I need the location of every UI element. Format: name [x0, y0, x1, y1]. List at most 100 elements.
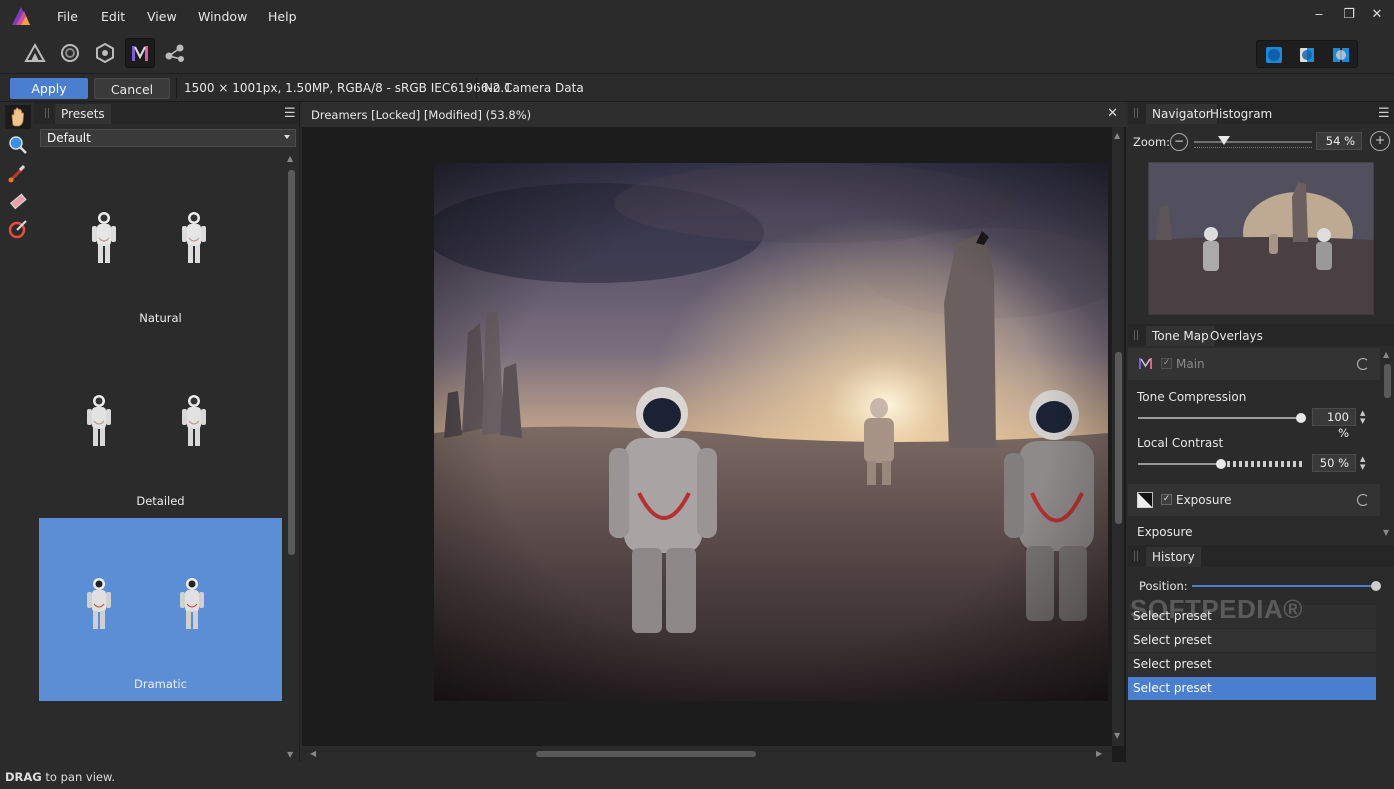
- tab-history[interactable]: History: [1146, 547, 1201, 567]
- tab-presets[interactable]: Presets: [55, 104, 111, 124]
- panel-grip[interactable]: [1134, 108, 1138, 118]
- scrollbar-thumb[interactable]: [1115, 352, 1122, 524]
- navigator-thumbnail[interactable]: [1148, 162, 1374, 315]
- exposure-group-row: ✓ Exposure: [1128, 484, 1380, 516]
- cancel-button[interactable]: Cancel: [94, 78, 170, 99]
- color-picker-tool-icon[interactable]: [5, 217, 31, 241]
- document-tab[interactable]: Dreamers [Locked] [Modified] (53.8%) ✕: [302, 102, 1126, 127]
- preset-label: Dramatic: [134, 677, 187, 691]
- preset-detailed[interactable]: Detailed: [39, 335, 282, 518]
- split-view-icon[interactable]: [1297, 45, 1317, 65]
- single-view-icon[interactable]: [1264, 45, 1284, 65]
- history-item[interactable]: Select preset: [1128, 653, 1376, 676]
- history-tab-bar: History: [1128, 545, 1394, 567]
- menu-edit[interactable]: Edit: [101, 9, 125, 24]
- scroll-down-icon[interactable]: ▼: [1383, 528, 1389, 537]
- context-toolbar: Apply Cancel 1500 × 1001px, 1.50MP, RGBA…: [0, 75, 1394, 102]
- scroll-down-icon[interactable]: ▼: [1114, 731, 1120, 740]
- affinity-photo-logo-icon[interactable]: [10, 5, 32, 27]
- scroll-up-icon[interactable]: ▲: [287, 154, 293, 163]
- menu-file[interactable]: File: [57, 9, 78, 24]
- tone-compression-value[interactable]: 100 %: [1312, 408, 1356, 440]
- image-canvas[interactable]: [434, 163, 1108, 701]
- zoom-in-icon[interactable]: +: [1370, 131, 1390, 151]
- close-window-icon[interactable]: ✕: [1369, 7, 1385, 23]
- menu-help[interactable]: Help: [268, 9, 297, 24]
- slider-knob[interactable]: [1371, 581, 1381, 591]
- zoom-slider-knob[interactable]: [1218, 136, 1230, 145]
- history-item[interactable]: Select preset: [1128, 629, 1376, 652]
- erase-brush-tool-icon[interactable]: [5, 189, 31, 213]
- hand-tool-icon[interactable]: [5, 105, 31, 129]
- slider-fill: [1192, 585, 1376, 587]
- panel-grip[interactable]: [45, 108, 49, 118]
- personas-toolbar: [0, 34, 1394, 74]
- export-persona-icon[interactable]: [160, 38, 190, 68]
- preset-category-select[interactable]: Default: [40, 129, 296, 147]
- tone-compression-slider[interactable]: [1138, 412, 1306, 424]
- exposure-checkbox[interactable]: ✓: [1161, 494, 1172, 505]
- scrollbar-thumb[interactable]: [536, 751, 756, 757]
- scroll-down-icon[interactable]: ▼: [287, 750, 293, 759]
- maximize-icon[interactable]: ❐: [1341, 7, 1357, 23]
- astronaut-thumbnail-icon: [87, 395, 111, 446]
- local-contrast-value[interactable]: 50 %: [1312, 454, 1356, 472]
- exposure-icon: [1137, 492, 1153, 508]
- tab-histogram[interactable]: Histogram: [1204, 104, 1278, 124]
- document-vscrollbar[interactable]: ▲ ▼: [1112, 127, 1124, 746]
- camera-info: No Camera Data: [484, 81, 584, 95]
- astronaut-thumbnail-icon: [182, 212, 206, 263]
- slider-knob[interactable]: [1296, 413, 1306, 423]
- position-label: Position:: [1139, 579, 1188, 593]
- paint-brush-tool-icon[interactable]: [5, 161, 31, 185]
- scroll-left-icon[interactable]: ◀: [310, 749, 316, 758]
- menu-window[interactable]: Window: [198, 9, 247, 24]
- tab-overlays[interactable]: Overlays: [1204, 326, 1269, 346]
- liquify-persona-icon[interactable]: [55, 38, 85, 68]
- main-group-row: ✓ Main: [1128, 348, 1380, 380]
- menu-view[interactable]: View: [147, 9, 177, 24]
- close-document-icon[interactable]: ✕: [1107, 106, 1118, 121]
- tone-compression-label: Tone Compression: [1137, 390, 1247, 404]
- develop-persona-icon[interactable]: [90, 38, 120, 68]
- scroll-right-icon[interactable]: ▶: [1096, 749, 1102, 758]
- image-info: 1500 × 1001px, 1.50MP, RGBA/8 - sRGB IEC…: [184, 81, 512, 95]
- mirrored-view-icon[interactable]: [1331, 45, 1351, 65]
- scroll-up-icon[interactable]: ▲: [1114, 131, 1120, 140]
- apply-button[interactable]: Apply: [10, 78, 88, 99]
- zoom-slider[interactable]: [1194, 136, 1312, 153]
- zoom-tool-icon[interactable]: [5, 133, 31, 157]
- main-label: Main: [1176, 357, 1205, 371]
- scroll-up-icon[interactable]: ▲: [1383, 350, 1389, 359]
- presets-scrollbar[interactable]: ▲ ▼: [285, 154, 297, 762]
- tone-map-icon: [1139, 358, 1152, 369]
- zoom-value[interactable]: 54 %: [1316, 132, 1362, 150]
- spinner-icon[interactable]: ▲ ▼: [1360, 409, 1365, 425]
- zoom-out-icon[interactable]: −: [1170, 133, 1188, 151]
- history-item[interactable]: Select preset: [1128, 677, 1376, 700]
- slider-fill: [1138, 463, 1221, 465]
- tone-mapping-persona-icon[interactable]: [125, 38, 155, 68]
- slider-knob[interactable]: [1216, 459, 1226, 469]
- photo-persona-icon[interactable]: [20, 38, 50, 68]
- scrollbar-thumb[interactable]: [1384, 364, 1391, 398]
- main-checkbox[interactable]: ✓: [1161, 358, 1172, 369]
- slider-track: [1221, 461, 1304, 467]
- panel-grip[interactable]: [1134, 551, 1138, 561]
- reset-icon[interactable]: [1357, 494, 1369, 506]
- history-position-slider[interactable]: [1192, 580, 1382, 592]
- panel-menu-icon[interactable]: ☰: [1378, 106, 1390, 121]
- local-contrast-slider[interactable]: [1138, 458, 1304, 470]
- scrollbar-thumb[interactable]: [288, 170, 295, 555]
- reset-icon[interactable]: [1357, 358, 1369, 370]
- panel-grip[interactable]: [1134, 330, 1138, 340]
- document-hscrollbar[interactable]: ◀ ▶: [302, 746, 1112, 762]
- spinner-icon[interactable]: ▲ ▼: [1360, 455, 1365, 471]
- minimize-icon[interactable]: ‒: [1311, 7, 1327, 23]
- status-bar: DRAG to pan view.: [0, 765, 1394, 789]
- tonemap-scrollbar[interactable]: ▲ ▼: [1381, 348, 1393, 542]
- preset-label: Detailed: [136, 494, 185, 508]
- preset-dramatic[interactable]: Dramatic: [39, 518, 282, 701]
- preset-natural[interactable]: Natural: [39, 152, 282, 335]
- panel-menu-icon[interactable]: ☰: [284, 106, 296, 121]
